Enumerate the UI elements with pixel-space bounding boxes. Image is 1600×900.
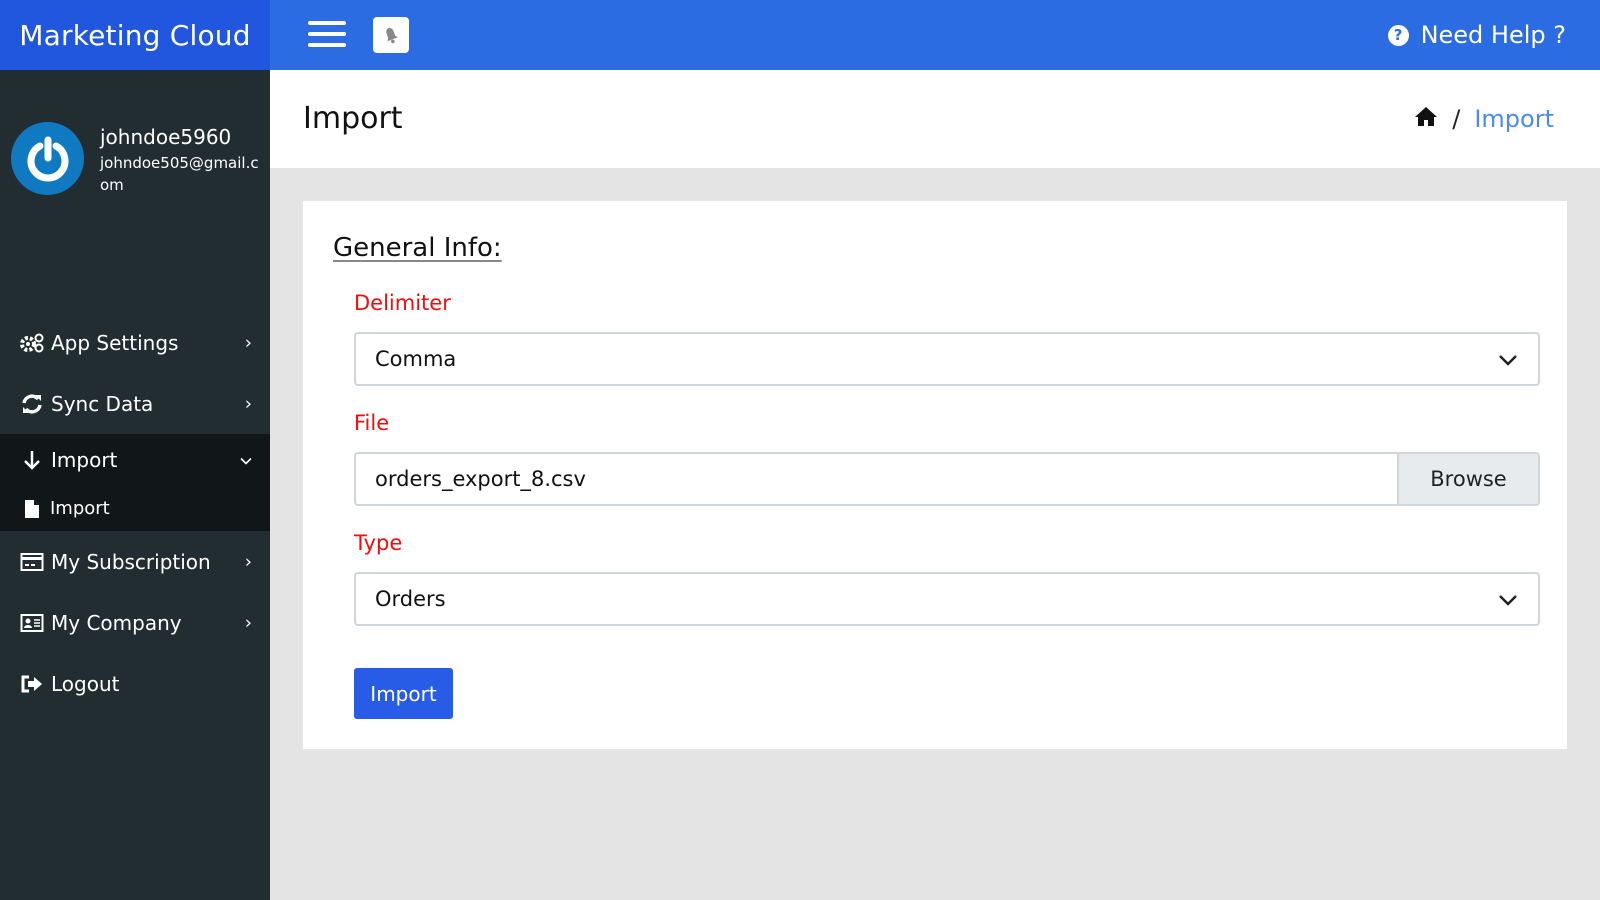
sidebar-item-my-company[interactable]: My Company › bbox=[0, 592, 270, 653]
id-card-icon bbox=[19, 611, 45, 635]
sidebar-item-label: Sync Data bbox=[51, 391, 154, 416]
chevron-right-icon: › bbox=[244, 612, 252, 633]
type-value: Orders bbox=[375, 587, 446, 611]
notifications-button[interactable] bbox=[373, 17, 409, 53]
user-profile: johndoe5960 johndoe505@gmail.com bbox=[11, 122, 260, 196]
credit-card-icon bbox=[19, 550, 45, 574]
type-select[interactable]: Orders bbox=[354, 572, 1540, 626]
section-title: General Info: bbox=[333, 233, 502, 263]
breadcrumb-current[interactable]: Import bbox=[1474, 105, 1554, 133]
sidebar-item-label: Logout bbox=[51, 671, 120, 696]
sidebar-item-label: My Subscription bbox=[51, 549, 211, 574]
sync-icon bbox=[19, 392, 45, 416]
need-help-link[interactable]: ? Need Help ? bbox=[1387, 0, 1566, 70]
breadcrumb: / Import bbox=[1414, 70, 1554, 168]
chevron-right-icon: › bbox=[244, 332, 252, 353]
file-name: orders_export_8.csv bbox=[375, 467, 586, 491]
delimiter-select[interactable]: Comma bbox=[354, 332, 1540, 386]
sidebar-item-my-subscription[interactable]: My Subscription › bbox=[0, 531, 270, 592]
chevron-down-icon bbox=[1498, 587, 1518, 611]
brand-logo[interactable]: Marketing Cloud bbox=[0, 0, 270, 70]
sidebar-item-app-settings[interactable]: App Settings › bbox=[0, 312, 270, 373]
top-navbar: Marketing Cloud ? Need Help ? bbox=[0, 0, 1600, 70]
sidebar-item-label: My Company bbox=[51, 610, 182, 635]
delimiter-label: Delimiter bbox=[354, 291, 451, 315]
sidebar-item-label: App Settings bbox=[51, 330, 179, 355]
delimiter-value: Comma bbox=[375, 347, 457, 371]
chevron-down-icon bbox=[240, 450, 252, 471]
file-icon bbox=[21, 499, 43, 519]
sidebar-menu: App Settings › Sync Data › Import Import… bbox=[0, 312, 270, 714]
sidebar-group-import: Import Import bbox=[0, 434, 270, 531]
sidebar-subitem-import[interactable]: Import bbox=[0, 486, 270, 531]
sidebar-subitem-label: Import bbox=[50, 498, 110, 519]
bell-icon bbox=[386, 27, 398, 44]
need-help-label: Need Help ? bbox=[1420, 21, 1566, 49]
hamburger-icon[interactable] bbox=[308, 21, 346, 49]
sidebar-item-sync-data[interactable]: Sync Data › bbox=[0, 373, 270, 434]
arrow-down-icon bbox=[19, 448, 45, 472]
sidebar-item-logout[interactable]: Logout bbox=[0, 653, 270, 714]
user-email: johndoe505@gmail.com bbox=[100, 154, 259, 194]
cogs-icon bbox=[19, 331, 45, 355]
chevron-right-icon: › bbox=[244, 551, 252, 572]
page-title: Import bbox=[303, 101, 403, 136]
chevron-down-icon bbox=[1498, 347, 1518, 371]
sign-out-icon bbox=[19, 672, 45, 696]
username: johndoe5960 bbox=[100, 125, 232, 149]
file-input[interactable]: orders_export_8.csv Browse bbox=[354, 452, 1540, 506]
question-circle-icon: ? bbox=[1387, 24, 1409, 46]
type-label: Type bbox=[354, 531, 403, 555]
sidebar-item-label: Import bbox=[51, 448, 118, 472]
power-icon bbox=[27, 136, 68, 181]
page-header: Import / Import bbox=[270, 70, 1600, 168]
sidebar-item-import[interactable]: Import bbox=[0, 434, 270, 486]
general-info-card: General Info: Delimiter Comma File order… bbox=[303, 201, 1567, 749]
file-label: File bbox=[354, 411, 390, 435]
browse-button[interactable]: Browse bbox=[1397, 454, 1538, 504]
chevron-right-icon: › bbox=[244, 393, 252, 414]
avatar bbox=[11, 122, 84, 195]
breadcrumb-separator: / bbox=[1452, 105, 1461, 133]
home-icon[interactable] bbox=[1414, 105, 1438, 133]
import-button[interactable]: Import bbox=[354, 668, 453, 719]
sidebar: johndoe5960 johndoe505@gmail.com App Set… bbox=[0, 70, 270, 900]
